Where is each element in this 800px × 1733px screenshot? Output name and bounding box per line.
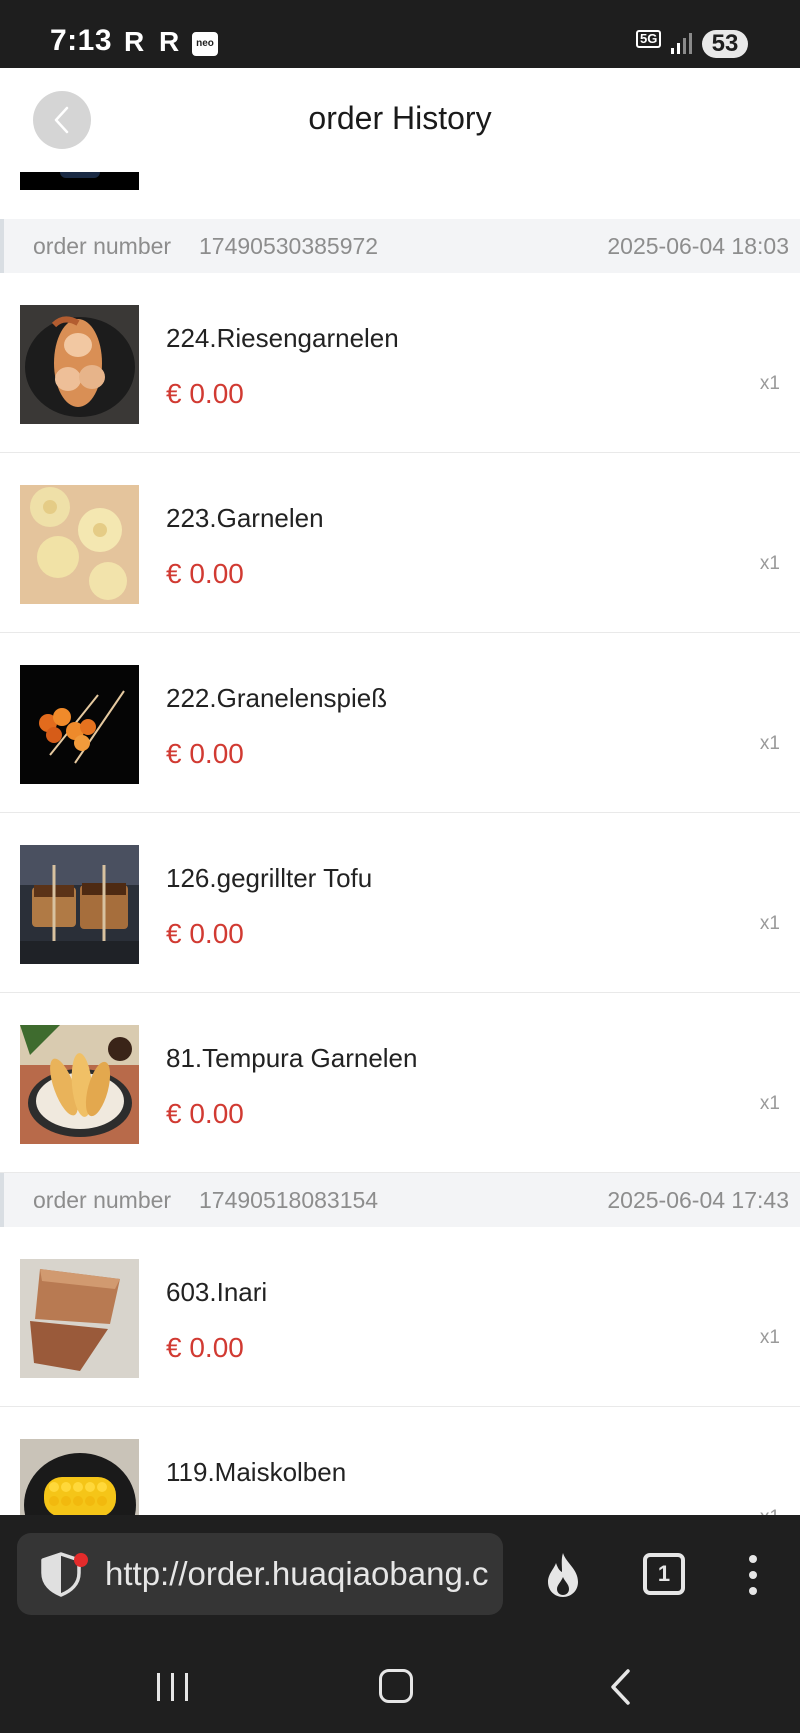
address-bar[interactable]: http://order.huaqiaobang.c xyxy=(17,1533,503,1615)
page-header: order History xyxy=(0,68,800,172)
item-quantity: x1 xyxy=(759,1093,780,1114)
order-header: order number 17490530385972 2025-06-04 1… xyxy=(0,219,800,273)
more-menu-icon[interactable] xyxy=(744,1551,762,1599)
item-name: 603.Inari xyxy=(166,1277,268,1307)
order-number: 17490518083154 xyxy=(199,1187,379,1213)
system-nav-bar xyxy=(0,1635,800,1733)
order-number-label: order number xyxy=(33,1187,172,1213)
item-quantity: x1 xyxy=(760,1507,780,1515)
item-quantity: x1 xyxy=(759,733,780,754)
network-5g-icon: 5G xyxy=(636,30,662,48)
r-app-icon: R xyxy=(124,26,145,57)
r-app-icon: R xyxy=(159,26,180,57)
notification-dot xyxy=(74,1553,88,1567)
item-price: € 0.00 xyxy=(166,918,244,949)
item-image xyxy=(20,1025,139,1144)
item-image xyxy=(20,665,139,784)
signal-icon xyxy=(671,33,692,54)
item-name: 224.Riesengarnelen xyxy=(166,323,399,353)
item-quantity: x1 xyxy=(759,373,780,394)
order-item[interactable]: 223.Garnelen € 0.00 x1 xyxy=(0,453,800,633)
item-name: 81.Tempura Garnelen xyxy=(166,1043,418,1073)
item-image xyxy=(20,485,139,604)
order-item[interactable]: 81.Tempura Garnelen € 0.00 x1 xyxy=(0,993,800,1173)
item-image xyxy=(20,1259,139,1378)
browser-toolbar: http://order.huaqiaobang.c 1 xyxy=(0,1515,800,1635)
order-item[interactable]: 126.gegrillter Tofu € 0.00 x1 xyxy=(0,813,800,993)
home-icon[interactable] xyxy=(379,1669,413,1703)
item-image-partial xyxy=(20,172,139,190)
url-text[interactable]: http://order.huaqiaobang.c xyxy=(105,1555,495,1593)
status-time: 7:13 xyxy=(50,24,113,57)
item-quantity: x1 xyxy=(759,553,780,574)
order-number: 17490530385972 xyxy=(199,233,379,259)
tabs-icon[interactable]: 1 xyxy=(643,1553,685,1595)
battery-indicator: 53 xyxy=(702,30,748,58)
item-image xyxy=(20,1439,139,1515)
order-item[interactable]: 224.Riesengarnelen € 0.00 x1 xyxy=(0,273,800,453)
order-item[interactable]: 603.Inari € 0.00 x1 xyxy=(0,1227,800,1407)
recent-apps-icon[interactable] xyxy=(153,1671,193,1703)
item-image xyxy=(20,305,139,424)
item-image xyxy=(20,845,139,964)
neo-app-icon: neo xyxy=(192,32,218,56)
item-name: 223.Garnelen xyxy=(166,503,324,533)
item-name: 222.Granelenspieß xyxy=(166,683,388,713)
order-history-list[interactable]: order number 17490530385972 2025-06-04 1… xyxy=(0,172,800,1515)
order-date: 2025-06-04 17:43 xyxy=(607,1187,789,1213)
order-item[interactable]: 119.Maiskolben x1 xyxy=(0,1407,800,1515)
item-price: € 0.00 xyxy=(166,1098,244,1129)
order-item[interactable]: 222.Granelenspieß € 0.00 x1 xyxy=(0,633,800,813)
item-price: € 0.00 xyxy=(166,738,244,769)
order-header: order number 17490518083154 2025-06-04 1… xyxy=(0,1173,800,1227)
fire-icon[interactable] xyxy=(542,1551,584,1599)
item-price: € 0.00 xyxy=(166,1332,244,1363)
back-nav-icon[interactable] xyxy=(608,1667,634,1707)
status-bar: 7:13 R R neo 5G 53 xyxy=(0,0,800,68)
item-quantity: x1 xyxy=(759,1327,780,1348)
item-name: 126.gegrillter Tofu xyxy=(166,863,373,893)
order-number-label: order number xyxy=(33,233,172,259)
item-price: € 0.00 xyxy=(166,558,244,589)
item-name: 119.Maiskolben xyxy=(166,1457,347,1487)
item-quantity: x1 xyxy=(759,913,780,934)
order-date: 2025-06-04 18:03 xyxy=(607,233,789,259)
item-price: € 0.00 xyxy=(166,378,244,409)
page-title: order History xyxy=(308,100,492,136)
